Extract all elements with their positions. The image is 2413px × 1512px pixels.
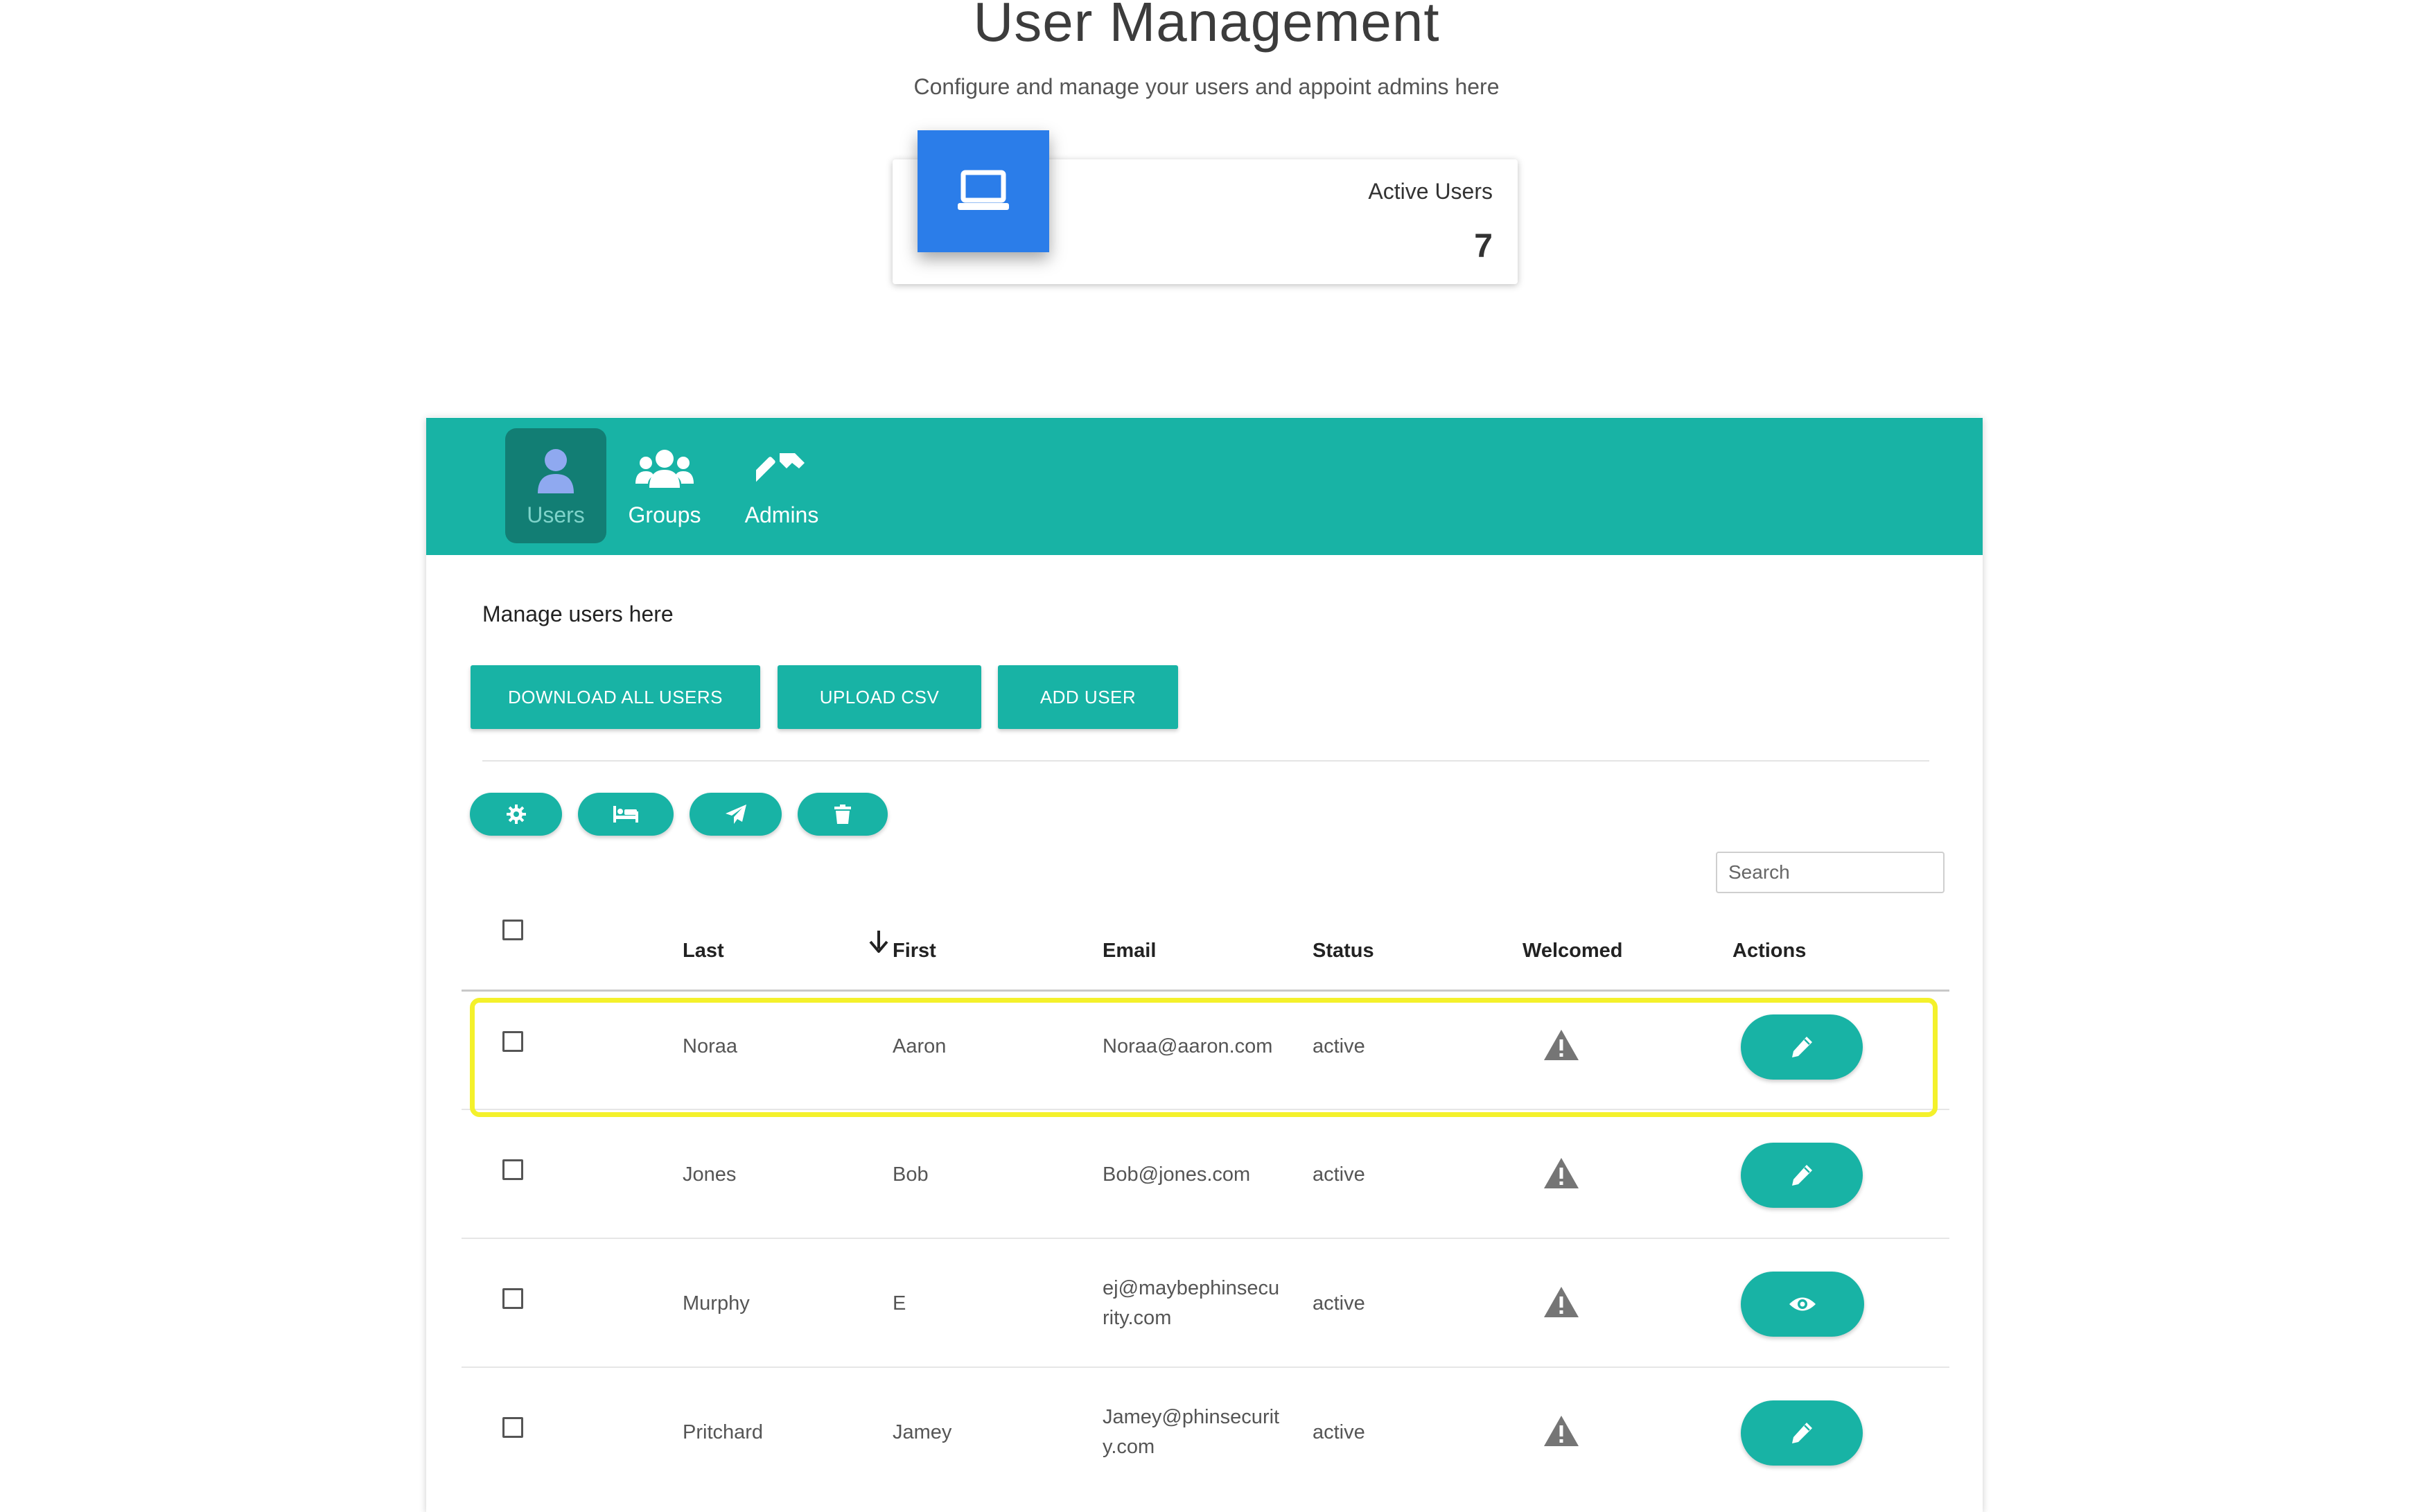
upload-csv-button[interactable]: UPLOAD CSV [778,665,981,729]
cell-status: active [1313,1035,1365,1057]
column-header-first[interactable]: First [893,940,936,962]
add-user-button[interactable]: ADD USER [998,665,1178,729]
table-header-divider [462,990,1949,992]
cell-last: Jones [683,1163,737,1186]
user-icon [538,449,574,493]
pencil-icon [1792,1165,1812,1186]
pencil-icon [1792,1037,1812,1057]
cell-first: E [893,1292,906,1315]
stat-label: Active Users [1368,179,1493,204]
cell-first: Bob [893,1163,929,1186]
cell-first: Jamey [893,1421,952,1443]
hammer-icon [756,453,805,484]
edit-user-button[interactable] [1741,1400,1863,1466]
eye-icon [1789,1297,1816,1311]
users-panel [426,417,1983,1512]
warning-icon [1544,1287,1579,1317]
users-group-icon [635,450,694,488]
trash-icon [834,805,851,824]
cell-email-continued: rity.com [1103,1307,1172,1329]
cell-status: active [1313,1292,1365,1315]
bulk-send-welcome-button[interactable] [690,793,782,836]
row-divider [462,1238,1949,1239]
row-divider [462,1109,1949,1110]
tab-groups[interactable]: Groups [621,428,708,543]
view-user-button[interactable] [1741,1272,1864,1337]
warning-icon [1544,1158,1579,1188]
bed-icon [613,806,638,823]
stat-icon-box [918,130,1049,252]
column-header-last[interactable]: Last [683,940,724,962]
send-icon [725,805,746,824]
manage-users-heading: Manage users here [482,601,674,626]
column-header-status[interactable]: Status [1313,940,1374,962]
cell-last: Pritchard [683,1421,764,1443]
cell-email: Bob@jones.com [1103,1163,1251,1186]
laptop-icon [958,170,1009,210]
tab-admins[interactable]: Admins [737,428,826,543]
tab-users[interactable]: Users [505,428,606,543]
divider [482,760,1929,762]
select-all-checkbox[interactable] [502,920,523,940]
search-input[interactable] [1716,852,1945,893]
cell-email: Jamey@phinsecurit [1103,1406,1280,1428]
cell-last: Murphy [683,1292,750,1315]
stat-value: 7 [1474,228,1493,265]
bulk-suspend-button[interactable] [578,793,674,836]
warning-icon [1544,1416,1579,1446]
cell-status: active [1313,1421,1365,1443]
bulk-settings-button[interactable] [470,793,562,836]
tab-label: Users [527,502,585,527]
row-divider [462,1366,1949,1368]
warning-icon [1544,1030,1579,1060]
column-header-email[interactable]: Email [1103,940,1156,962]
cell-status: active [1313,1163,1365,1186]
gear-icon [506,805,526,824]
sort-arrow-down-icon[interactable] [869,931,888,953]
row-checkbox[interactable] [502,1417,523,1438]
bulk-delete-button[interactable] [798,793,888,836]
row-checkbox[interactable] [502,1288,523,1309]
page-subtitle: Configure and manage your users and appo… [913,74,1500,99]
column-header-welcomed[interactable]: Welcomed [1523,940,1623,962]
page-title: User Management [973,0,1440,53]
cell-email: Noraa@aaron.com [1103,1035,1273,1057]
download-all-users-button[interactable]: DOWNLOAD ALL USERS [471,665,760,729]
row-checkbox[interactable] [502,1031,523,1052]
column-header-actions: Actions [1732,940,1807,962]
cell-first: Aaron [893,1035,947,1057]
cell-last: Noraa [683,1035,737,1057]
edit-user-button[interactable] [1741,1143,1863,1208]
edit-user-button[interactable] [1741,1014,1863,1080]
tab-label: Admins [744,502,819,527]
cell-email: ej@maybephinsecu [1103,1277,1280,1299]
tab-label: Groups [628,502,701,527]
cell-email-continued: y.com [1103,1436,1155,1458]
row-checkbox[interactable] [502,1159,523,1180]
pencil-icon [1792,1423,1812,1443]
